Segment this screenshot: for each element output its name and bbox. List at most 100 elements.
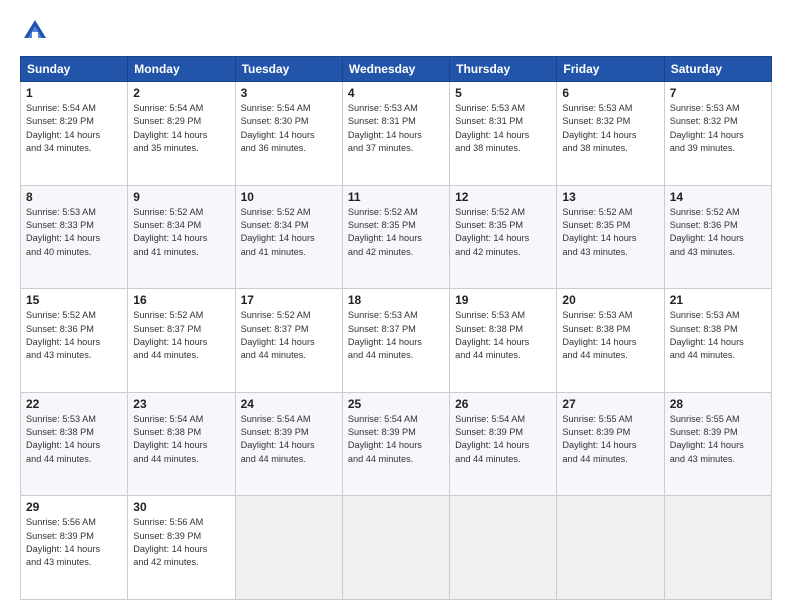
day-cell-23: 23 Sunrise: 5:54 AM Sunset: 8:38 PM Dayl… (128, 392, 235, 496)
day-number: 22 (26, 397, 122, 411)
day-number: 14 (670, 190, 766, 204)
day-info: Sunrise: 5:53 AM Sunset: 8:31 PM Dayligh… (455, 102, 551, 155)
day-cell-15: 15 Sunrise: 5:52 AM Sunset: 8:36 PM Dayl… (21, 289, 128, 393)
day-info: Sunrise: 5:54 AM Sunset: 8:38 PM Dayligh… (133, 413, 229, 466)
day-cell-16: 16 Sunrise: 5:52 AM Sunset: 8:37 PM Dayl… (128, 289, 235, 393)
day-number: 7 (670, 86, 766, 100)
day-cell-13: 13 Sunrise: 5:52 AM Sunset: 8:35 PM Dayl… (557, 185, 664, 289)
day-info: Sunrise: 5:53 AM Sunset: 8:38 PM Dayligh… (26, 413, 122, 466)
weekday-sunday: Sunday (21, 57, 128, 82)
day-info: Sunrise: 5:52 AM Sunset: 8:37 PM Dayligh… (241, 309, 337, 362)
calendar-table: SundayMondayTuesdayWednesdayThursdayFrid… (20, 56, 772, 600)
empty-cell (235, 496, 342, 600)
day-cell-14: 14 Sunrise: 5:52 AM Sunset: 8:36 PM Dayl… (664, 185, 771, 289)
day-number: 12 (455, 190, 551, 204)
day-cell-10: 10 Sunrise: 5:52 AM Sunset: 8:34 PM Dayl… (235, 185, 342, 289)
day-cell-20: 20 Sunrise: 5:53 AM Sunset: 8:38 PM Dayl… (557, 289, 664, 393)
day-cell-29: 29 Sunrise: 5:56 AM Sunset: 8:39 PM Dayl… (21, 496, 128, 600)
day-cell-28: 28 Sunrise: 5:55 AM Sunset: 8:39 PM Dayl… (664, 392, 771, 496)
day-cell-24: 24 Sunrise: 5:54 AM Sunset: 8:39 PM Dayl… (235, 392, 342, 496)
empty-cell (450, 496, 557, 600)
day-cell-22: 22 Sunrise: 5:53 AM Sunset: 8:38 PM Dayl… (21, 392, 128, 496)
day-cell-1: 1 Sunrise: 5:54 AM Sunset: 8:29 PM Dayli… (21, 82, 128, 186)
weekday-tuesday: Tuesday (235, 57, 342, 82)
day-info: Sunrise: 5:52 AM Sunset: 8:35 PM Dayligh… (348, 206, 444, 259)
day-info: Sunrise: 5:54 AM Sunset: 8:39 PM Dayligh… (241, 413, 337, 466)
day-number: 4 (348, 86, 444, 100)
day-number: 25 (348, 397, 444, 411)
day-number: 15 (26, 293, 122, 307)
day-info: Sunrise: 5:52 AM Sunset: 8:35 PM Dayligh… (562, 206, 658, 259)
day-info: Sunrise: 5:52 AM Sunset: 8:35 PM Dayligh… (455, 206, 551, 259)
day-number: 9 (133, 190, 229, 204)
day-cell-12: 12 Sunrise: 5:52 AM Sunset: 8:35 PM Dayl… (450, 185, 557, 289)
day-cell-5: 5 Sunrise: 5:53 AM Sunset: 8:31 PM Dayli… (450, 82, 557, 186)
day-number: 28 (670, 397, 766, 411)
day-number: 3 (241, 86, 337, 100)
day-number: 1 (26, 86, 122, 100)
day-info: Sunrise: 5:53 AM Sunset: 8:37 PM Dayligh… (348, 309, 444, 362)
day-number: 23 (133, 397, 229, 411)
day-info: Sunrise: 5:52 AM Sunset: 8:37 PM Dayligh… (133, 309, 229, 362)
day-number: 30 (133, 500, 229, 514)
day-number: 11 (348, 190, 444, 204)
day-number: 21 (670, 293, 766, 307)
day-info: Sunrise: 5:53 AM Sunset: 8:32 PM Dayligh… (670, 102, 766, 155)
day-cell-4: 4 Sunrise: 5:53 AM Sunset: 8:31 PM Dayli… (342, 82, 449, 186)
calendar-week-row: 15 Sunrise: 5:52 AM Sunset: 8:36 PM Dayl… (21, 289, 772, 393)
day-info: Sunrise: 5:54 AM Sunset: 8:30 PM Dayligh… (241, 102, 337, 155)
page: SundayMondayTuesdayWednesdayThursdayFrid… (0, 0, 792, 612)
day-number: 16 (133, 293, 229, 307)
day-info: Sunrise: 5:53 AM Sunset: 8:38 PM Dayligh… (670, 309, 766, 362)
weekday-friday: Friday (557, 57, 664, 82)
day-cell-8: 8 Sunrise: 5:53 AM Sunset: 8:33 PM Dayli… (21, 185, 128, 289)
top-area (20, 16, 772, 46)
day-info: Sunrise: 5:56 AM Sunset: 8:39 PM Dayligh… (26, 516, 122, 569)
weekday-thursday: Thursday (450, 57, 557, 82)
day-cell-2: 2 Sunrise: 5:54 AM Sunset: 8:29 PM Dayli… (128, 82, 235, 186)
day-number: 27 (562, 397, 658, 411)
empty-cell (664, 496, 771, 600)
day-info: Sunrise: 5:52 AM Sunset: 8:34 PM Dayligh… (241, 206, 337, 259)
logo-icon (20, 16, 50, 46)
day-info: Sunrise: 5:53 AM Sunset: 8:31 PM Dayligh… (348, 102, 444, 155)
day-number: 10 (241, 190, 337, 204)
day-cell-11: 11 Sunrise: 5:52 AM Sunset: 8:35 PM Dayl… (342, 185, 449, 289)
day-info: Sunrise: 5:53 AM Sunset: 8:38 PM Dayligh… (455, 309, 551, 362)
day-info: Sunrise: 5:54 AM Sunset: 8:29 PM Dayligh… (26, 102, 122, 155)
weekday-saturday: Saturday (664, 57, 771, 82)
day-cell-26: 26 Sunrise: 5:54 AM Sunset: 8:39 PM Dayl… (450, 392, 557, 496)
weekday-wednesday: Wednesday (342, 57, 449, 82)
day-cell-7: 7 Sunrise: 5:53 AM Sunset: 8:32 PM Dayli… (664, 82, 771, 186)
day-info: Sunrise: 5:54 AM Sunset: 8:39 PM Dayligh… (455, 413, 551, 466)
day-info: Sunrise: 5:52 AM Sunset: 8:34 PM Dayligh… (133, 206, 229, 259)
day-number: 20 (562, 293, 658, 307)
day-cell-19: 19 Sunrise: 5:53 AM Sunset: 8:38 PM Dayl… (450, 289, 557, 393)
day-info: Sunrise: 5:54 AM Sunset: 8:39 PM Dayligh… (348, 413, 444, 466)
weekday-header-row: SundayMondayTuesdayWednesdayThursdayFrid… (21, 57, 772, 82)
day-number: 6 (562, 86, 658, 100)
day-cell-18: 18 Sunrise: 5:53 AM Sunset: 8:37 PM Dayl… (342, 289, 449, 393)
day-number: 26 (455, 397, 551, 411)
day-number: 19 (455, 293, 551, 307)
day-info: Sunrise: 5:52 AM Sunset: 8:36 PM Dayligh… (670, 206, 766, 259)
day-cell-25: 25 Sunrise: 5:54 AM Sunset: 8:39 PM Dayl… (342, 392, 449, 496)
calendar-week-row: 8 Sunrise: 5:53 AM Sunset: 8:33 PM Dayli… (21, 185, 772, 289)
day-number: 8 (26, 190, 122, 204)
day-info: Sunrise: 5:52 AM Sunset: 8:36 PM Dayligh… (26, 309, 122, 362)
logo (20, 16, 56, 46)
day-cell-17: 17 Sunrise: 5:52 AM Sunset: 8:37 PM Dayl… (235, 289, 342, 393)
day-cell-6: 6 Sunrise: 5:53 AM Sunset: 8:32 PM Dayli… (557, 82, 664, 186)
day-cell-27: 27 Sunrise: 5:55 AM Sunset: 8:39 PM Dayl… (557, 392, 664, 496)
day-number: 18 (348, 293, 444, 307)
day-number: 17 (241, 293, 337, 307)
day-number: 13 (562, 190, 658, 204)
empty-cell (557, 496, 664, 600)
day-number: 29 (26, 500, 122, 514)
day-number: 24 (241, 397, 337, 411)
day-cell-3: 3 Sunrise: 5:54 AM Sunset: 8:30 PM Dayli… (235, 82, 342, 186)
day-info: Sunrise: 5:54 AM Sunset: 8:29 PM Dayligh… (133, 102, 229, 155)
day-number: 2 (133, 86, 229, 100)
day-cell-30: 30 Sunrise: 5:56 AM Sunset: 8:39 PM Dayl… (128, 496, 235, 600)
calendar-week-row: 29 Sunrise: 5:56 AM Sunset: 8:39 PM Dayl… (21, 496, 772, 600)
